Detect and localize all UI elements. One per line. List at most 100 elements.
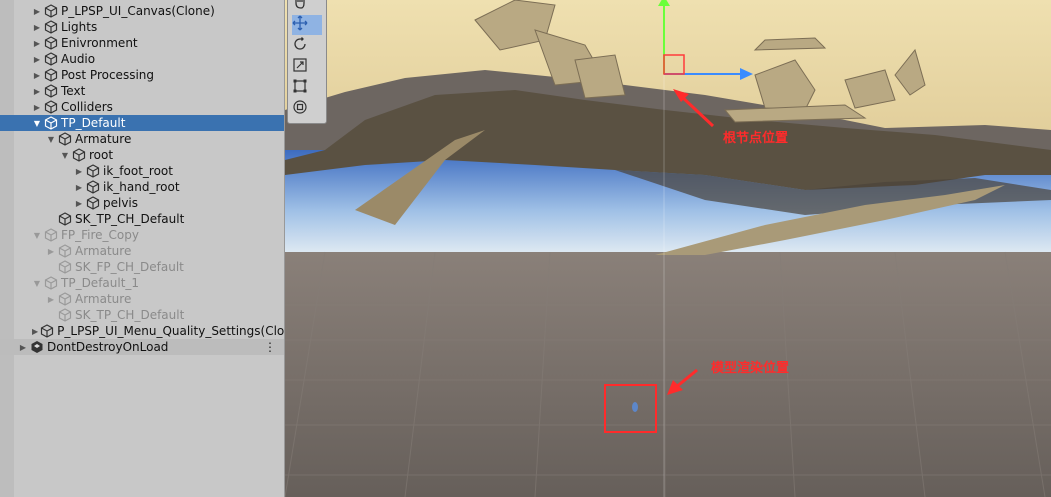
hierarchy-item-label: Post Processing (61, 68, 154, 82)
expand-closed-icon[interactable]: ▶ (32, 102, 42, 112)
rect-tool-button[interactable] (292, 78, 322, 98)
hierarchy-item-label: Lights (61, 20, 98, 34)
no-expand-icon (46, 262, 56, 272)
gameobject-cube-icon (58, 260, 72, 274)
hierarchy-item-label: Enivronment (61, 36, 138, 50)
model-render-annotation: 模型渲染位置 (711, 361, 790, 376)
unity-scene-icon (30, 340, 44, 354)
hierarchy-item-label: Audio (61, 52, 96, 66)
hierarchy-item[interactable]: ▶ Colliders (0, 99, 284, 115)
hierarchy-item-label: TP_Default (61, 116, 126, 130)
hierarchy-item[interactable]: ▶ Post Processing (0, 67, 284, 83)
more-options-icon[interactable]: ⋮ (264, 340, 276, 354)
hierarchy-item[interactable]: SK_FP_CH_Default (0, 259, 284, 275)
hierarchy-item-label: P_LPSP_UI_Canvas(Clone) (61, 4, 215, 18)
hierarchy-item-label: Text (61, 84, 86, 98)
hierarchy-item-label: ik_hand_root (103, 180, 180, 194)
expand-closed-icon[interactable]: ▶ (74, 182, 84, 192)
gameobject-cube-icon (44, 100, 58, 114)
gameobject-cube-icon (44, 228, 58, 242)
hierarchy-item-label: SK_TP_CH_Default (75, 212, 185, 226)
expand-open-icon[interactable]: ▼ (32, 278, 42, 288)
scene-tools-toolbar (287, 0, 327, 124)
hierarchy-item[interactable]: ▼ TP_Default (0, 115, 284, 131)
hand-tool-button[interactable] (292, 0, 322, 14)
scene-view[interactable]: 根节点位置 模型渲染位置 (285, 0, 1051, 497)
no-expand-icon (46, 310, 56, 320)
gameobject-cube-icon (58, 244, 72, 258)
hierarchy-item[interactable]: SK_TP_CH_Default (0, 307, 284, 323)
move-tool-button[interactable] (292, 15, 322, 35)
gameobject-cube-icon (58, 292, 72, 306)
hierarchy-item[interactable]: ▶ Armature (0, 291, 284, 307)
gameobject-cube-icon (58, 212, 72, 226)
gameobject-cube-icon (44, 4, 58, 18)
hierarchy-panel: ▶ P_LPSP_UI_Canvas(Clone) ▶ Lights ▶ Enivronm… (0, 0, 285, 497)
expand-closed-icon[interactable]: ▶ (46, 294, 56, 304)
expand-closed-icon[interactable]: ▶ (18, 342, 28, 352)
scene-canvas[interactable] (285, 0, 1051, 497)
model-marker (632, 402, 638, 412)
hierarchy-item[interactable]: ▶ Lights (0, 19, 284, 35)
gameobject-cube-icon (44, 20, 58, 34)
gameobject-cube-icon (40, 324, 54, 338)
hierarchy-item[interactable]: ▼ Armature (0, 131, 284, 147)
expand-closed-icon[interactable]: ▶ (32, 326, 38, 336)
hierarchy-item-label: ik_foot_root (103, 164, 173, 178)
expand-closed-icon[interactable]: ▶ (32, 70, 42, 80)
hierarchy-item[interactable]: ▶ DontDestroyOnLoad ⋮ (0, 339, 284, 355)
expand-open-icon[interactable]: ▼ (60, 150, 70, 160)
gameobject-cube-icon (44, 68, 58, 82)
gameobject-cube-icon (86, 180, 100, 194)
hierarchy-item-label: Armature (75, 132, 132, 146)
expand-closed-icon[interactable]: ▶ (32, 6, 42, 16)
gameobject-cube-icon (44, 276, 58, 290)
ground-plane (285, 252, 1051, 497)
expand-closed-icon[interactable]: ▶ (32, 86, 42, 96)
expand-closed-icon[interactable]: ▶ (74, 166, 84, 176)
hierarchy-item[interactable]: ▶ Armature (0, 243, 284, 259)
hierarchy-item[interactable]: ▼ TP_Default_1 (0, 275, 284, 291)
hierarchy-item-label: SK_TP_CH_Default (75, 308, 185, 322)
expand-open-icon[interactable]: ▼ (32, 118, 42, 128)
expand-closed-icon[interactable]: ▶ (32, 38, 42, 48)
gameobject-cube-icon (58, 132, 72, 146)
gameobject-cube-icon (44, 52, 58, 66)
transform-tool-button[interactable] (292, 99, 322, 119)
gameobject-cube-icon (86, 196, 100, 210)
root-node-annotation: 根节点位置 (723, 131, 789, 146)
expand-open-icon[interactable]: ▼ (46, 134, 56, 144)
gameobject-cube-icon (72, 148, 86, 162)
hierarchy-item-label: pelvis (103, 196, 139, 210)
hierarchy-item[interactable]: ▶ Text (0, 83, 284, 99)
expand-closed-icon[interactable]: ▶ (32, 54, 42, 64)
hierarchy-item[interactable]: ▼ FP_Fire_Copy (0, 227, 284, 243)
expand-closed-icon[interactable]: ▶ (46, 246, 56, 256)
expand-closed-icon[interactable]: ▶ (32, 22, 42, 32)
rotate-tool-button[interactable] (292, 36, 322, 56)
gameobject-cube-icon (44, 36, 58, 50)
no-expand-icon (46, 214, 56, 224)
hierarchy-item-label: P_LPSP_UI_Menu_Quality_Settings(Clone) (57, 324, 284, 338)
hierarchy-item[interactable]: ▶ Enivronment (0, 35, 284, 51)
hierarchy-item-label: Colliders (61, 100, 113, 114)
expand-open-icon[interactable]: ▼ (32, 230, 42, 240)
hierarchy-item-label: DontDestroyOnLoad (47, 340, 169, 354)
expand-closed-icon[interactable]: ▶ (74, 198, 84, 208)
hierarchy-item-label: Armature (75, 244, 132, 258)
hierarchy-item[interactable]: SK_TP_CH_Default (0, 211, 284, 227)
gameobject-cube-icon (86, 164, 100, 178)
gameobject-cube-icon (58, 308, 72, 322)
hierarchy-item[interactable]: ▶ P_LPSP_UI_Canvas(Clone) (0, 3, 284, 19)
hierarchy-item-label: SK_FP_CH_Default (75, 260, 184, 274)
hierarchy-item-label: FP_Fire_Copy (61, 228, 139, 242)
gameobject-cube-icon (44, 116, 58, 130)
hierarchy-item[interactable]: ▶ P_LPSP_UI_Menu_Quality_Settings(Clone) (0, 323, 284, 339)
scale-tool-button[interactable] (292, 57, 322, 77)
hierarchy-item[interactable]: ▶ Audio (0, 51, 284, 67)
hierarchy-item-label: TP_Default_1 (61, 276, 140, 290)
hierarchy-item[interactable]: ▶ ik_hand_root (0, 179, 284, 195)
hierarchy-item[interactable]: ▼ root (0, 147, 284, 163)
hierarchy-item[interactable]: ▶ ik_foot_root (0, 163, 284, 179)
hierarchy-item[interactable]: ▶ pelvis (0, 195, 284, 211)
